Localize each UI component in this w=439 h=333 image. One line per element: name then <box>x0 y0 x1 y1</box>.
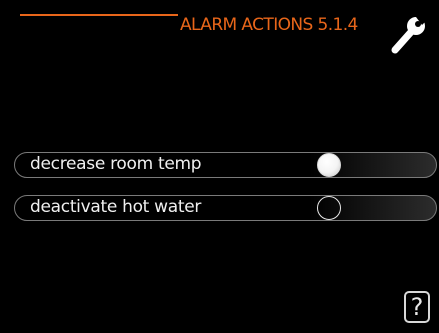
wrench-icon <box>391 12 429 54</box>
radio-selected-icon[interactable] <box>317 153 341 177</box>
alarm-actions-screen: ALARM ACTIONS 5.1.4 decrease room temp d… <box>0 0 439 333</box>
option-deactivate-hot-water[interactable]: deactivate hot water <box>14 195 437 221</box>
option-decrease-room-temp[interactable]: decrease room temp <box>14 152 437 178</box>
option-label: deactivate hot water <box>30 197 202 217</box>
help-button[interactable]: ? <box>404 291 430 323</box>
option-label: decrease room temp <box>30 154 202 174</box>
page-title: ALARM ACTIONS 5.1.4 <box>180 15 358 35</box>
radio-unselected-icon[interactable] <box>317 196 341 220</box>
header-divider <box>20 14 178 16</box>
